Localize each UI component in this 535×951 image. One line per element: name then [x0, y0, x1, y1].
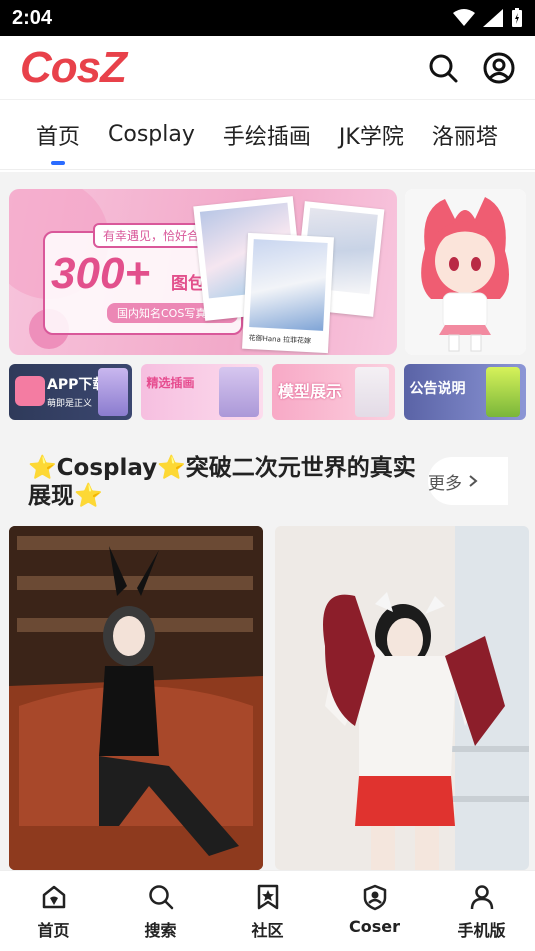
wifi-icon [453, 9, 475, 26]
mini-banner-notice-label: 公告说明 [409, 381, 466, 397]
nav-mobile[interactable]: 手机版 [428, 871, 535, 951]
banner-side-figure[interactable] [405, 189, 526, 355]
tab-illustration[interactable]: 手绘插画 [223, 119, 311, 151]
nav-search[interactable]: 搜索 [107, 871, 214, 951]
category-tabs: 首页 Cosplay 手绘插画 JK学院 洛丽塔 [0, 100, 535, 170]
cosplay-image-1 [9, 526, 263, 870]
user-icon[interactable] [483, 52, 515, 84]
search-icon[interactable] [427, 52, 459, 84]
nav-home[interactable]: 首页 [0, 871, 107, 951]
section-title: ⭐Cosplay⭐突破二次元世界的真实展现⭐ [28, 455, 416, 509]
signal-icon [483, 9, 503, 27]
mini-banner-illust-label: 精选插画 [146, 376, 195, 390]
home-content: 有幸遇见，恰好合拍 300+ 图包合集 国内知名COS写真图集 花御Hana 拉… [0, 172, 535, 870]
mini-banner-app[interactable]: APP下载 萌即是正义 [9, 364, 132, 420]
banner-big-text: 300+ [51, 249, 151, 298]
status-time: 2:04 [12, 6, 53, 29]
nav-home-label: 首页 [37, 921, 70, 940]
nav-search-label: 搜索 [144, 921, 177, 940]
tab-lolita[interactable]: 洛丽塔 [432, 119, 498, 151]
banner-main[interactable]: 有幸遇见，恰好合拍 300+ 图包合集 国内知名COS写真图集 花御Hana 拉… [9, 189, 397, 355]
battery-icon [512, 8, 522, 27]
mini-banner-model-label: 模型展示 [278, 382, 343, 401]
bottom-nav: 首页 搜索 社区 Coser 手机版 [0, 870, 535, 951]
cosplay-card-1[interactable] [9, 526, 263, 870]
mini-banner-model[interactable]: 模型展示 [272, 364, 395, 420]
status-icons [453, 8, 523, 28]
nav-community[interactable]: 社区 [214, 871, 321, 951]
cosplay-image-2 [275, 526, 529, 870]
nav-community-label: 社区 [251, 921, 284, 940]
coser-icon [363, 884, 386, 911]
mini-banner-notice[interactable]: 公告说明 [403, 364, 526, 420]
banner-photo-3: 花御Hana 拉菲花嫁 [242, 232, 334, 354]
mini-banner-app-sub: 萌即是正义 [47, 399, 93, 409]
home-icon [42, 885, 65, 909]
search-icon [148, 885, 173, 910]
logo[interactable]: CosZ [20, 43, 127, 93]
tab-home[interactable]: 首页 [36, 119, 80, 165]
tab-jk[interactable]: JK学院 [339, 119, 404, 151]
community-icon [257, 884, 278, 910]
nav-coser-label: Coser [349, 917, 400, 936]
chevron-right-icon [469, 475, 478, 487]
app-header: CosZ [0, 36, 535, 100]
more-label: 更多 [428, 473, 462, 494]
nav-mobile-label: 手机版 [457, 921, 506, 940]
mini-banners: APP下载 萌即是正义 精选插画 模型展示 公告说明 [9, 364, 526, 420]
figure-image [405, 189, 526, 355]
cosplay-card-2[interactable] [275, 526, 529, 870]
mini-banner-illust[interactable]: 精选插画 [140, 364, 263, 420]
tab-cosplay[interactable]: Cosplay [108, 122, 195, 147]
banner-photo-caption: 花御Hana 拉菲花嫁 [248, 334, 312, 346]
status-bar: 2:04 [0, 0, 535, 36]
nav-coser[interactable]: Coser [321, 871, 428, 951]
user-icon [470, 885, 493, 910]
more-button[interactable]: 更多 [428, 457, 508, 505]
